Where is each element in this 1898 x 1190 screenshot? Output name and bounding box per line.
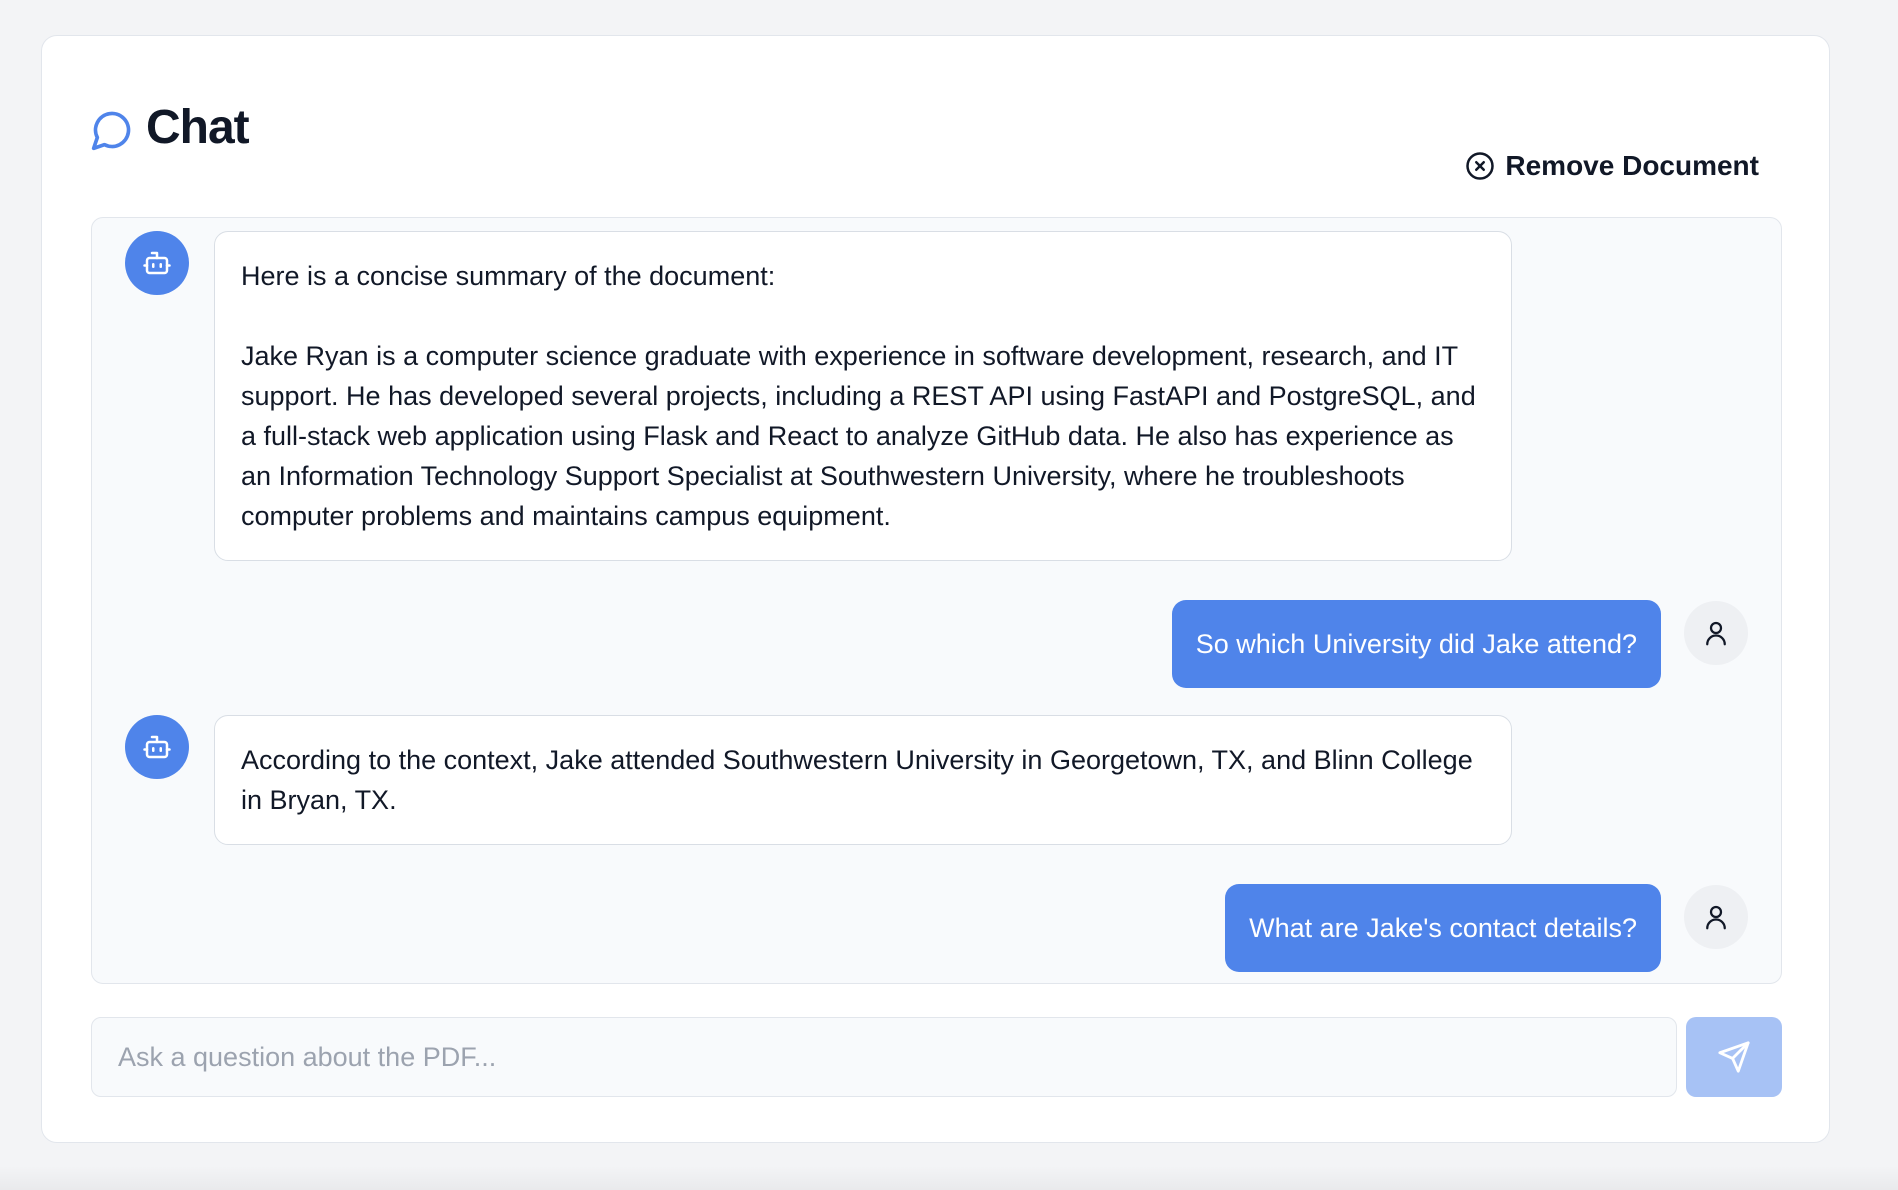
page-title: Chat [146, 101, 250, 154]
user-avatar [1684, 885, 1748, 949]
message-paragraph: Here is a concise summary of the documen… [241, 261, 776, 291]
user-icon [1706, 905, 1726, 930]
bot-message: According to the context, Jake attended … [214, 715, 1512, 845]
message-circle-icon [91, 111, 131, 151]
chat-card: Chat Remove Document Here is a concise s… [41, 35, 1830, 1143]
user-message: What are Jake's contact details? [1225, 884, 1661, 972]
message-paragraph: According to the context, Jake attended … [241, 745, 1473, 815]
bot-icon [143, 251, 171, 275]
bot-message: Here is a concise summary of the documen… [214, 231, 1512, 561]
send-button[interactable] [1686, 1017, 1782, 1097]
message-paragraph: Jake Ryan is a computer science graduate… [241, 341, 1476, 531]
bot-icon [143, 735, 171, 759]
question-input[interactable] [91, 1017, 1677, 1097]
user-icon [1706, 621, 1726, 646]
user-avatar [1684, 601, 1748, 665]
user-message: So which University did Jake attend? [1171, 600, 1661, 688]
x-circle-icon [1466, 152, 1495, 180]
chat-header: Chat Remove Document [42, 36, 1829, 186]
remove-document-button[interactable]: Remove Document [1465, 144, 1759, 188]
composer [91, 1017, 1782, 1097]
message-text: What are Jake's contact details? [1249, 912, 1637, 943]
bot-avatar [125, 231, 189, 295]
bot-avatar [125, 715, 189, 779]
send-icon [1718, 1041, 1750, 1073]
remove-document-label: Remove Document [1505, 150, 1759, 181]
message-list[interactable]: Here is a concise summary of the documen… [91, 217, 1782, 984]
page-bottom-edge [0, 1166, 1898, 1190]
message-text: So which University did Jake attend? [1195, 628, 1637, 659]
